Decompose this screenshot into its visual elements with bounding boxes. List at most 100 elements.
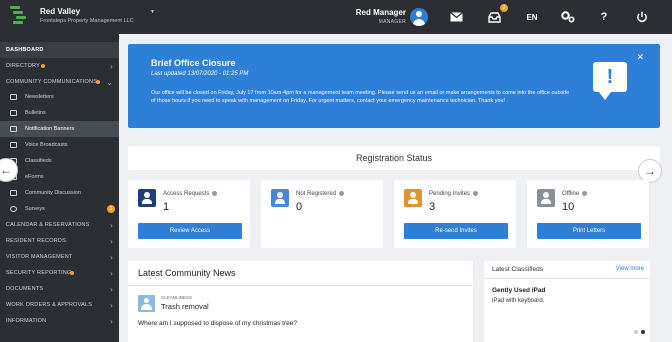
user-role: MANAGER <box>378 19 406 25</box>
resend-invites-button[interactable]: Re-send Invites <box>404 223 508 239</box>
surveys-badge: 1 <box>107 205 115 213</box>
language-selector[interactable]: EN <box>514 0 550 34</box>
notification-dot <box>41 64 45 68</box>
review-access-button[interactable]: Review Access <box>138 223 242 239</box>
registration-title: Registration Status <box>355 153 433 163</box>
news-category: CLEANLINESS <box>161 295 193 300</box>
status-card-offline: Offline 10 Print Letters <box>527 180 649 248</box>
sidebar-item-label: SECURITY REPORTING <box>6 270 72 276</box>
sidebar-subitem-notification-banners[interactable]: Notification Banners <box>0 121 119 137</box>
bulletin-icon <box>10 110 17 116</box>
sidebar-subitem-voice-broadcasts[interactable]: Voice Broadcasts <box>0 137 119 153</box>
card-label-wrap: Pending Invites <box>429 191 479 198</box>
help-icon[interactable]: ? <box>586 0 622 34</box>
user-avatar[interactable] <box>410 8 428 26</box>
sidebar-item-label: DIRECTORY <box>6 63 40 69</box>
sidebar-subitem-label: Voice Broadcasts <box>25 142 68 148</box>
notification-dot <box>96 80 100 84</box>
sidebar-item-label: WORK ORDERS & APPROVALS <box>6 302 93 308</box>
card-label: Not Registered <box>296 191 337 198</box>
sidebar-subitem-bulletins[interactable]: Bulletins <box>0 105 119 121</box>
view-more-link[interactable]: View more <box>616 266 644 272</box>
chevron-right-icon: › <box>110 300 113 310</box>
user-icon <box>138 189 156 207</box>
info-icon[interactable] <box>582 191 588 196</box>
top-bar: Red Valley Frontsteps Property Managemen… <box>0 0 672 34</box>
close-icon[interactable]: ✕ <box>636 52 644 63</box>
sidebar-subitem-label: eForms <box>25 174 44 180</box>
sidebar-subitem-label: Community Discussion <box>25 190 81 196</box>
sidebar-item-label: RESIDENT RECORDS <box>6 238 66 244</box>
info-icon[interactable] <box>212 191 218 196</box>
avatar <box>138 295 155 312</box>
sidebar-subitem-classifieds[interactable]: Classifieds <box>0 153 119 169</box>
sidebar-item-label: DOCUMENTS <box>6 286 44 292</box>
card-label: Pending Invites <box>429 191 471 198</box>
sidebar-subitem-community-discussion[interactable]: Community Discussion <box>0 185 119 201</box>
sidebar-item-label: INFORMATION <box>6 318 47 324</box>
notification-dot <box>70 271 74 275</box>
chevron-down-icon: ⌄ <box>106 77 113 87</box>
inbox-badge: 2 <box>500 4 508 12</box>
sidebar: DASHBOARD DIRECTORY › COMMUNITY COMMUNIC… <box>0 34 119 342</box>
divider <box>484 278 650 279</box>
sidebar-subitem-surveys[interactable]: Surveys 1 <box>0 201 119 217</box>
chevron-right-icon: › <box>110 284 113 294</box>
card-label-wrap: Not Registered <box>296 191 345 198</box>
card-value: 10 <box>562 201 575 213</box>
card-label: Offline <box>562 191 580 198</box>
chevron-right-icon: › <box>110 252 113 262</box>
chevron-right-icon: › <box>110 268 113 278</box>
frontsteps-logo-icon[interactable] <box>10 6 26 28</box>
banner-body: Our office will be closed on Friday, Jul… <box>151 90 570 104</box>
sidebar-item-security-reporting[interactable]: SECURITY REPORTING › <box>0 265 119 281</box>
carousel-dot-active[interactable] <box>641 330 645 334</box>
sidebar-item-resident-records[interactable]: RESIDENT RECORDS › <box>0 233 119 249</box>
mail-icon[interactable] <box>438 0 474 34</box>
classified-item-title[interactable]: Gently Used iPad <box>492 287 545 294</box>
community-news-panel: Latest Community News CLEANLINESS Trash … <box>128 261 473 342</box>
chevron-right-icon: › <box>110 316 113 326</box>
info-icon[interactable] <box>473 191 479 196</box>
sidebar-subitem-label: Surveys <box>25 206 45 212</box>
info-icon[interactable] <box>339 191 345 196</box>
card-label: Access Requests <box>163 191 210 198</box>
power-icon[interactable] <box>624 0 660 34</box>
status-card-not-registered: Not Registered 0 <box>261 180 383 248</box>
sidebar-item-dashboard[interactable]: DASHBOARD <box>0 42 119 58</box>
discussion-icon <box>10 190 17 196</box>
sidebar-subitem-newsletters[interactable]: Newsletters <box>0 89 119 105</box>
sidebar-item-label: DASHBOARD <box>6 47 44 53</box>
org-subtitle: Frontsteps Property Management LLC <box>40 18 134 24</box>
sidebar-item-directory[interactable]: DIRECTORY › <box>0 58 119 74</box>
chevron-right-icon: › <box>110 220 113 230</box>
sidebar-item-documents[interactable]: DOCUMENTS › <box>0 281 119 297</box>
carousel-dot[interactable] <box>634 330 638 334</box>
classified-item-description: iPad with keyboard. <box>492 298 545 304</box>
print-letters-button[interactable]: Print Letters <box>537 223 641 239</box>
org-switch-caret-icon[interactable]: ▼ <box>150 9 155 15</box>
settings-icon[interactable] <box>550 0 586 34</box>
sidebar-subitem-label: Classifieds <box>25 158 52 164</box>
sidebar-item-calendar-reservations[interactable]: CALENDAR & RESERVATIONS › <box>0 217 119 233</box>
sidebar-item-label: CALENDAR & RESERVATIONS <box>6 222 90 228</box>
user-icon <box>537 189 555 207</box>
sidebar-item-community-communications[interactable]: COMMUNITY COMMUNICATIONS ⌄ <box>0 74 119 90</box>
org-name[interactable]: Red Valley <box>40 7 80 16</box>
chevron-right-icon: › <box>110 61 113 71</box>
status-card-access-requests: Access Requests 1 Review Access <box>128 180 250 248</box>
news-body: Where am I supposed to dispose of my chr… <box>138 320 297 327</box>
user-name[interactable]: Red Manager <box>356 8 406 17</box>
news-headline[interactable]: Trash removal <box>161 302 209 311</box>
sidebar-item-visitor-management[interactable]: VISITOR MANAGEMENT › <box>0 249 119 265</box>
card-label-wrap: Access Requests <box>163 191 218 198</box>
banner-date: Last updated 13/07/2020 - 01:25 PM <box>151 71 249 77</box>
card-value: 3 <box>429 201 436 213</box>
banner-icon <box>10 126 17 132</box>
sidebar-subitem-label: Bulletins <box>25 110 46 116</box>
banner-title: Brief Office Closure <box>151 58 236 68</box>
sidebar-item-information[interactable]: INFORMATION › <box>0 313 119 329</box>
survey-icon <box>10 206 17 212</box>
sidebar-item-work-orders-approvals[interactable]: WORK ORDERS & APPROVALS › <box>0 297 119 313</box>
card-value: 1 <box>163 201 170 213</box>
